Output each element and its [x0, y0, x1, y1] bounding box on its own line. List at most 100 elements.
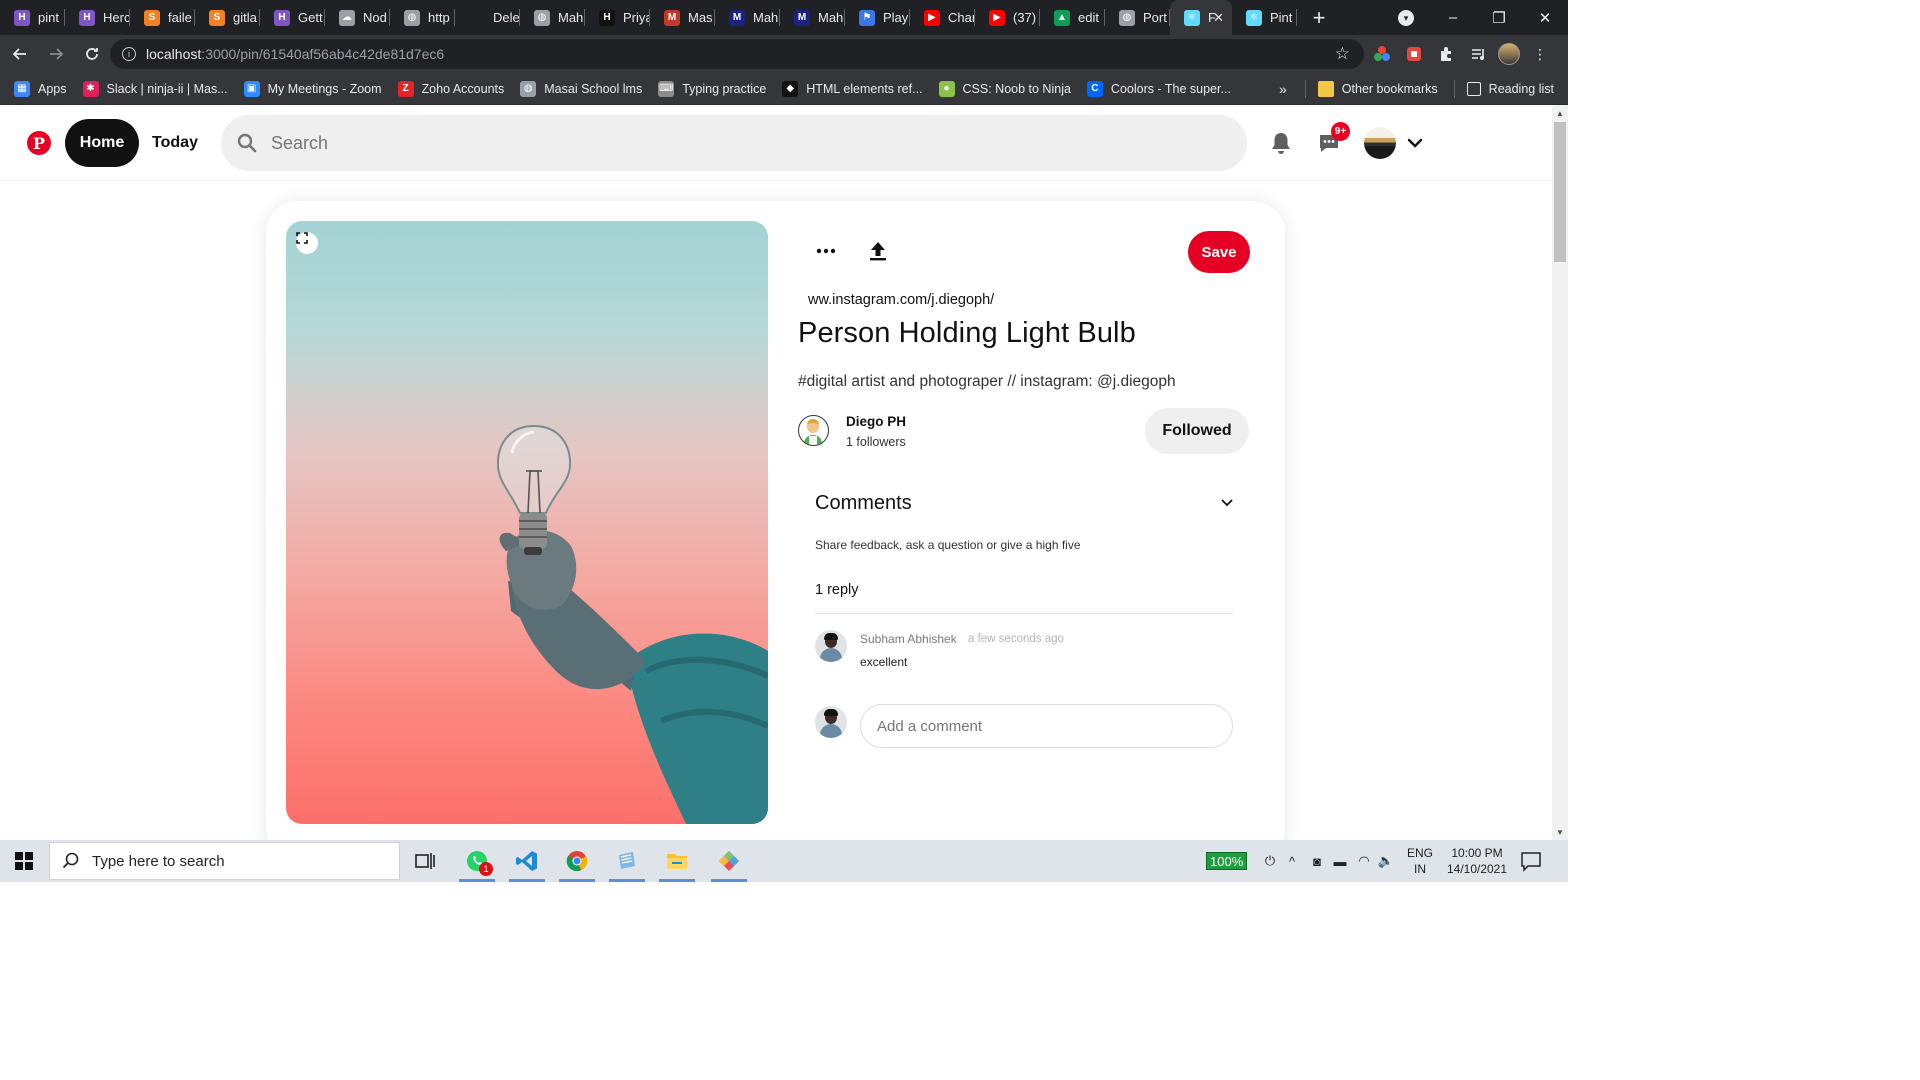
address-bar[interactable]: i localhost:3000/pin/61540af56ab4c42de81… [110, 39, 1364, 69]
scroll-down-arrow-icon[interactable]: ▼ [1552, 824, 1568, 840]
input-language[interactable]: ENG IN [1405, 845, 1435, 877]
taskbar-vscode[interactable] [503, 840, 551, 882]
bookmark-item[interactable]: ◍ Masai School lms [520, 80, 642, 97]
scroll-thumb[interactable] [1554, 122, 1566, 262]
new-tab-button[interactable]: + [1297, 0, 1341, 35]
browser-tab[interactable]: ▶ (37) [975, 0, 1040, 35]
other-bookmarks-folder[interactable]: Other bookmarks [1317, 81, 1438, 97]
browser-tab[interactable]: Sfaile [130, 0, 195, 35]
minimize-button[interactable]: – [1430, 0, 1476, 35]
bookmark-item[interactable]: ▣ My Meetings - Zoom [243, 80, 382, 97]
taskbar-app-diamond[interactable] [705, 840, 753, 882]
browser-tab[interactable]: M Mah [780, 0, 845, 35]
share-button[interactable] [864, 237, 892, 265]
close-window-button[interactable]: ✕ [1522, 0, 1568, 35]
tab-search-icon[interactable]: ▾ [1398, 10, 1414, 26]
more-options-button[interactable] [812, 237, 840, 265]
windows-search-box[interactable]: Type here to search [49, 842, 400, 880]
system-clock[interactable]: 10:00 PM 14/10/2021 [1444, 845, 1510, 877]
bookmark-item[interactable]: ⌨ Typing practice [658, 80, 766, 97]
start-button[interactable] [0, 840, 48, 882]
pinterest-logo-icon[interactable]: P [27, 131, 51, 155]
upload-share-icon [870, 242, 886, 261]
taskbar-chrome[interactable] [553, 840, 601, 882]
bookmark-item[interactable]: ◆ HTML elements ref... [782, 80, 923, 97]
browser-tab[interactable]: M Mas [650, 0, 715, 35]
webcam-icon[interactable]: ◙ [1306, 854, 1328, 869]
messages-badge: 9+ [1331, 122, 1350, 141]
bookmark-star-icon[interactable]: ☆ [1335, 44, 1350, 64]
browser-tab[interactable]: ☁ Nod [325, 0, 390, 35]
browser-tab[interactable]: ◍ Port [1105, 0, 1170, 35]
power-plug-icon[interactable]: ⏻ [1262, 853, 1278, 869]
creator-name[interactable]: Diego PH [846, 414, 906, 429]
nav-today-link[interactable]: Today [144, 119, 206, 167]
devtools-extension-icon[interactable] [1402, 42, 1426, 66]
browser-tab[interactable]: ⚑ Play [845, 0, 910, 35]
browser-tab[interactable]: H Priya [585, 0, 650, 35]
maximize-button[interactable]: ❐ [1476, 0, 1522, 35]
browser-tab[interactable]: H Gett [260, 0, 325, 35]
close-tab-icon[interactable]: ✕ [1213, 10, 1224, 26]
browser-tab[interactable]: H Herc [65, 0, 130, 35]
comment-author-avatar[interactable] [815, 630, 847, 662]
taskbar-file-explorer[interactable] [653, 840, 701, 882]
scroll-up-arrow-icon[interactable]: ▲ [1552, 105, 1568, 121]
pin-image[interactable] [286, 221, 768, 824]
task-view-button[interactable] [401, 840, 449, 882]
browser-tab[interactable]: Sgitla [195, 0, 260, 35]
chevron-up-icon[interactable]: ^ [1278, 854, 1306, 869]
followed-button[interactable]: Followed [1145, 408, 1249, 454]
tray-icons: ⏻ ^ ◙ ▬ ◠ 🔈 [1262, 840, 1396, 882]
reading-list-button[interactable]: Reading list [1466, 82, 1554, 96]
add-comment-input[interactable] [860, 704, 1233, 748]
chevron-down-icon[interactable] [1218, 494, 1236, 512]
battery-icon[interactable]: ▬ [1328, 854, 1352, 869]
color-picker-extension-icon[interactable] [1370, 42, 1394, 66]
source-link[interactable]: ww.instagram.com/j.diegoph/ [808, 292, 994, 308]
speaker-icon[interactable]: 🔈 [1376, 853, 1396, 869]
battery-percentage[interactable]: 100% [1206, 852, 1248, 870]
chevron-down-icon[interactable] [1405, 133, 1425, 153]
bookmark-item[interactable]: ● CSS: Noob to Ninja [938, 80, 1071, 97]
comment-author[interactable]: Subham Abhishek [860, 632, 957, 646]
tab-title: gitla [233, 10, 257, 25]
user-avatar[interactable] [1364, 127, 1396, 159]
browser-tab[interactable]: ▶ Char [910, 0, 975, 35]
wifi-icon[interactable]: ◠ [1352, 853, 1376, 869]
browser-tab[interactable]: M Mah [715, 0, 780, 35]
browser-tab[interactable]: ⚛ F ✕ [1170, 0, 1232, 35]
back-button[interactable] [4, 38, 36, 70]
reading-list-label: Reading list [1488, 82, 1554, 96]
site-info-icon[interactable]: i [122, 47, 136, 61]
taskbar-notepad[interactable] [603, 840, 651, 882]
expand-image-button[interactable] [296, 232, 318, 254]
puzzle-extensions-icon[interactable] [1434, 42, 1458, 66]
bookmark-item[interactable]: ▦ Apps [14, 80, 67, 97]
browser-tab[interactable]: ◍ http [390, 0, 455, 35]
more-bookmarks-button[interactable]: » [1279, 81, 1287, 97]
browser-profile-avatar[interactable] [1498, 43, 1520, 65]
search-input[interactable] [271, 132, 1171, 154]
bookmark-item[interactable]: C Coolors - The super... [1086, 80, 1231, 97]
action-center-icon[interactable] [1520, 850, 1542, 872]
browser-tab[interactable]: ◍ Mah [520, 0, 585, 35]
bookmark-item[interactable]: Z Zoho Accounts [397, 80, 504, 97]
browser-tab[interactable]: Hpint [0, 0, 65, 35]
search-bar[interactable] [221, 115, 1247, 171]
forward-button[interactable] [40, 38, 72, 70]
bookmark-favicon-icon: ⌨ [658, 80, 675, 97]
taskbar-whatsapp[interactable]: 1 [453, 840, 501, 882]
browser-tab[interactable]: ▲ edit [1040, 0, 1105, 35]
bookmark-item[interactable]: ✱ Slack | ninja-ii | Mas... [82, 80, 228, 97]
reload-button[interactable] [76, 38, 108, 70]
page-scrollbar[interactable]: ▲ ▼ [1552, 105, 1568, 840]
browser-tab[interactable]: Dele [455, 0, 520, 35]
notifications-button[interactable] [1267, 129, 1295, 157]
media-controls-icon[interactable] [1466, 42, 1490, 66]
browser-menu-icon[interactable]: ⋮ [1528, 42, 1552, 66]
nav-home-button[interactable]: Home [65, 119, 139, 167]
browser-tab[interactable]: ⚛ Pint [1232, 0, 1297, 35]
creator-avatar[interactable] [798, 415, 829, 446]
save-button[interactable]: Save [1188, 231, 1250, 273]
